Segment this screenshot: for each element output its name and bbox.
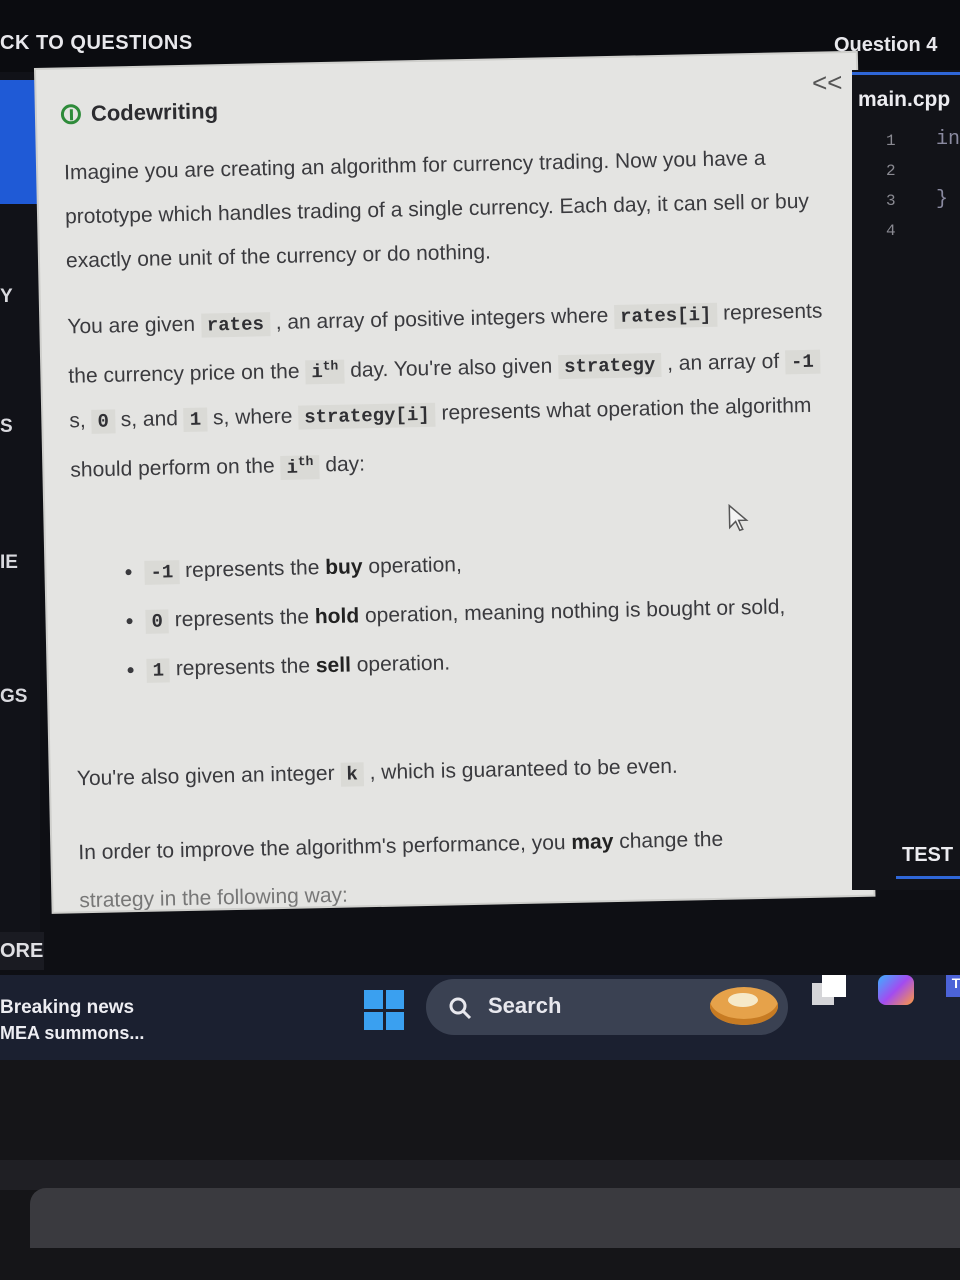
tests-tab-indicator xyxy=(896,876,960,879)
text-segment: s, where xyxy=(206,404,299,430)
windows-start-button[interactable] xyxy=(364,990,404,1030)
rates-strategy-paragraph: You are given rates , an array of positi… xyxy=(67,289,831,494)
text-segment: , an array of positive integers where xyxy=(269,303,615,335)
code-editor: main.cpp 1 2 3 4 in } TEST xyxy=(852,70,960,890)
text-segment: operation, xyxy=(362,553,463,579)
text-segment: , which is guaranteed to be even. xyxy=(363,754,679,785)
text-segment: change the xyxy=(613,827,724,854)
windows-logo-tile xyxy=(364,990,383,1009)
windows-logo-tile xyxy=(364,1011,383,1030)
zero-code: 0 xyxy=(91,409,116,435)
index-var: i xyxy=(311,361,324,384)
tests-tab[interactable]: TEST xyxy=(902,844,953,867)
codewriting-icon xyxy=(60,104,82,125)
left-nav-item-explore[interactable]: ORE xyxy=(0,932,44,970)
back-to-questions-link[interactable]: CK TO QUESTIONS xyxy=(0,32,193,55)
text-segment: operation, meaning nothing is bought or … xyxy=(358,595,786,628)
text-segment: represents the xyxy=(169,654,317,681)
news-widget-subtitle[interactable]: MEA summons... xyxy=(0,1023,144,1044)
k-paragraph: You're also given an integer k , which i… xyxy=(76,741,837,802)
windows-taskbar: Breaking news MEA summons... Search T xyxy=(0,975,960,1060)
text-segment: s, and xyxy=(114,407,185,432)
op-name: sell xyxy=(315,653,352,678)
left-nav-active-item[interactable] xyxy=(0,80,38,204)
left-nav-item-fragment[interactable]: S xyxy=(0,416,13,438)
windows-logo-tile xyxy=(385,990,404,1009)
text-segment: You are given xyxy=(67,312,202,339)
line-number: 3 xyxy=(886,192,896,210)
line-number: 4 xyxy=(886,222,896,240)
mouse-pointer-icon xyxy=(728,503,749,532)
text-segment: represents the xyxy=(179,556,326,583)
text-segment: In order to improve the algorithm's perf… xyxy=(78,830,572,865)
line-number: 2 xyxy=(886,162,896,180)
text-segment: represents the xyxy=(168,605,316,632)
op-name: buy xyxy=(324,555,363,580)
line-number: 1 xyxy=(886,132,896,150)
k-code: k xyxy=(340,762,365,787)
search-highlight-pie-icon xyxy=(710,987,778,1025)
code-line-3[interactable]: } xyxy=(936,188,948,211)
index-var: i xyxy=(286,456,299,479)
news-widget-headline[interactable]: Breaking news xyxy=(0,997,134,1019)
ordinal-suffix: th xyxy=(297,453,314,469)
collapse-panel-button[interactable]: << xyxy=(812,67,843,99)
op-code: -1 xyxy=(144,560,180,585)
i-code: ith xyxy=(280,453,320,480)
left-nav: Y S IE GS xyxy=(0,72,40,932)
text-segment: , an array of xyxy=(661,349,786,376)
problem-type-label: Codewriting xyxy=(90,98,219,126)
laptop-hinge xyxy=(30,1188,960,1248)
i-code: ith xyxy=(305,358,345,385)
intro-paragraph: Imagine you are creating an algorithm fo… xyxy=(63,146,810,273)
op-code: 0 xyxy=(145,609,170,634)
taskbar-search-box[interactable]: Search xyxy=(426,979,788,1035)
strategy-code: strategy xyxy=(557,353,662,380)
text-segment: day. You're also given xyxy=(344,354,559,382)
one-code: 1 xyxy=(183,407,208,433)
op-code: 1 xyxy=(146,658,171,683)
windows-logo-tile xyxy=(385,1011,404,1030)
editor-tab-indicator xyxy=(852,72,960,75)
rates-code: rates xyxy=(200,312,271,338)
minus-one-code: -1 xyxy=(784,349,821,375)
laptop-body xyxy=(0,1160,960,1190)
strategy-i-code: strategy[i] xyxy=(298,403,436,430)
file-tab-main-cpp[interactable]: main.cpp xyxy=(858,88,950,112)
ordinal-suffix: th xyxy=(322,358,339,375)
code-line-1[interactable]: in xyxy=(936,128,960,151)
text-segment: operation. xyxy=(350,651,451,677)
list-item: 1 represents the sell operation. xyxy=(146,633,847,693)
search-icon xyxy=(449,997,472,1020)
copilot-icon[interactable] xyxy=(878,975,914,1005)
text-segment: day: xyxy=(319,452,366,477)
op-name: hold xyxy=(314,604,360,629)
rates-i-code: rates[i] xyxy=(613,302,718,329)
task-view-icon[interactable] xyxy=(812,975,846,1005)
left-nav-item-fragment[interactable]: Y xyxy=(0,286,13,308)
left-nav-item-fragment[interactable]: GS xyxy=(0,686,27,708)
text-segment: s, xyxy=(69,409,92,433)
teams-icon[interactable]: T xyxy=(946,975,960,997)
text-segment: You're also given an integer xyxy=(76,761,341,791)
problem-description-panel: Codewriting << Imagine you are creating … xyxy=(36,52,874,912)
monitor-screen: CK TO QUESTIONS Question 4 Y S IE GS Cod… xyxy=(0,0,960,1060)
panel-header: Codewriting xyxy=(60,98,219,127)
left-nav-item-fragment[interactable]: IE xyxy=(0,552,18,574)
operation-list: -1 represents the buy operation, 0 repre… xyxy=(124,535,847,697)
emphasis-may: may xyxy=(571,830,614,854)
search-placeholder: Search xyxy=(488,993,562,1018)
